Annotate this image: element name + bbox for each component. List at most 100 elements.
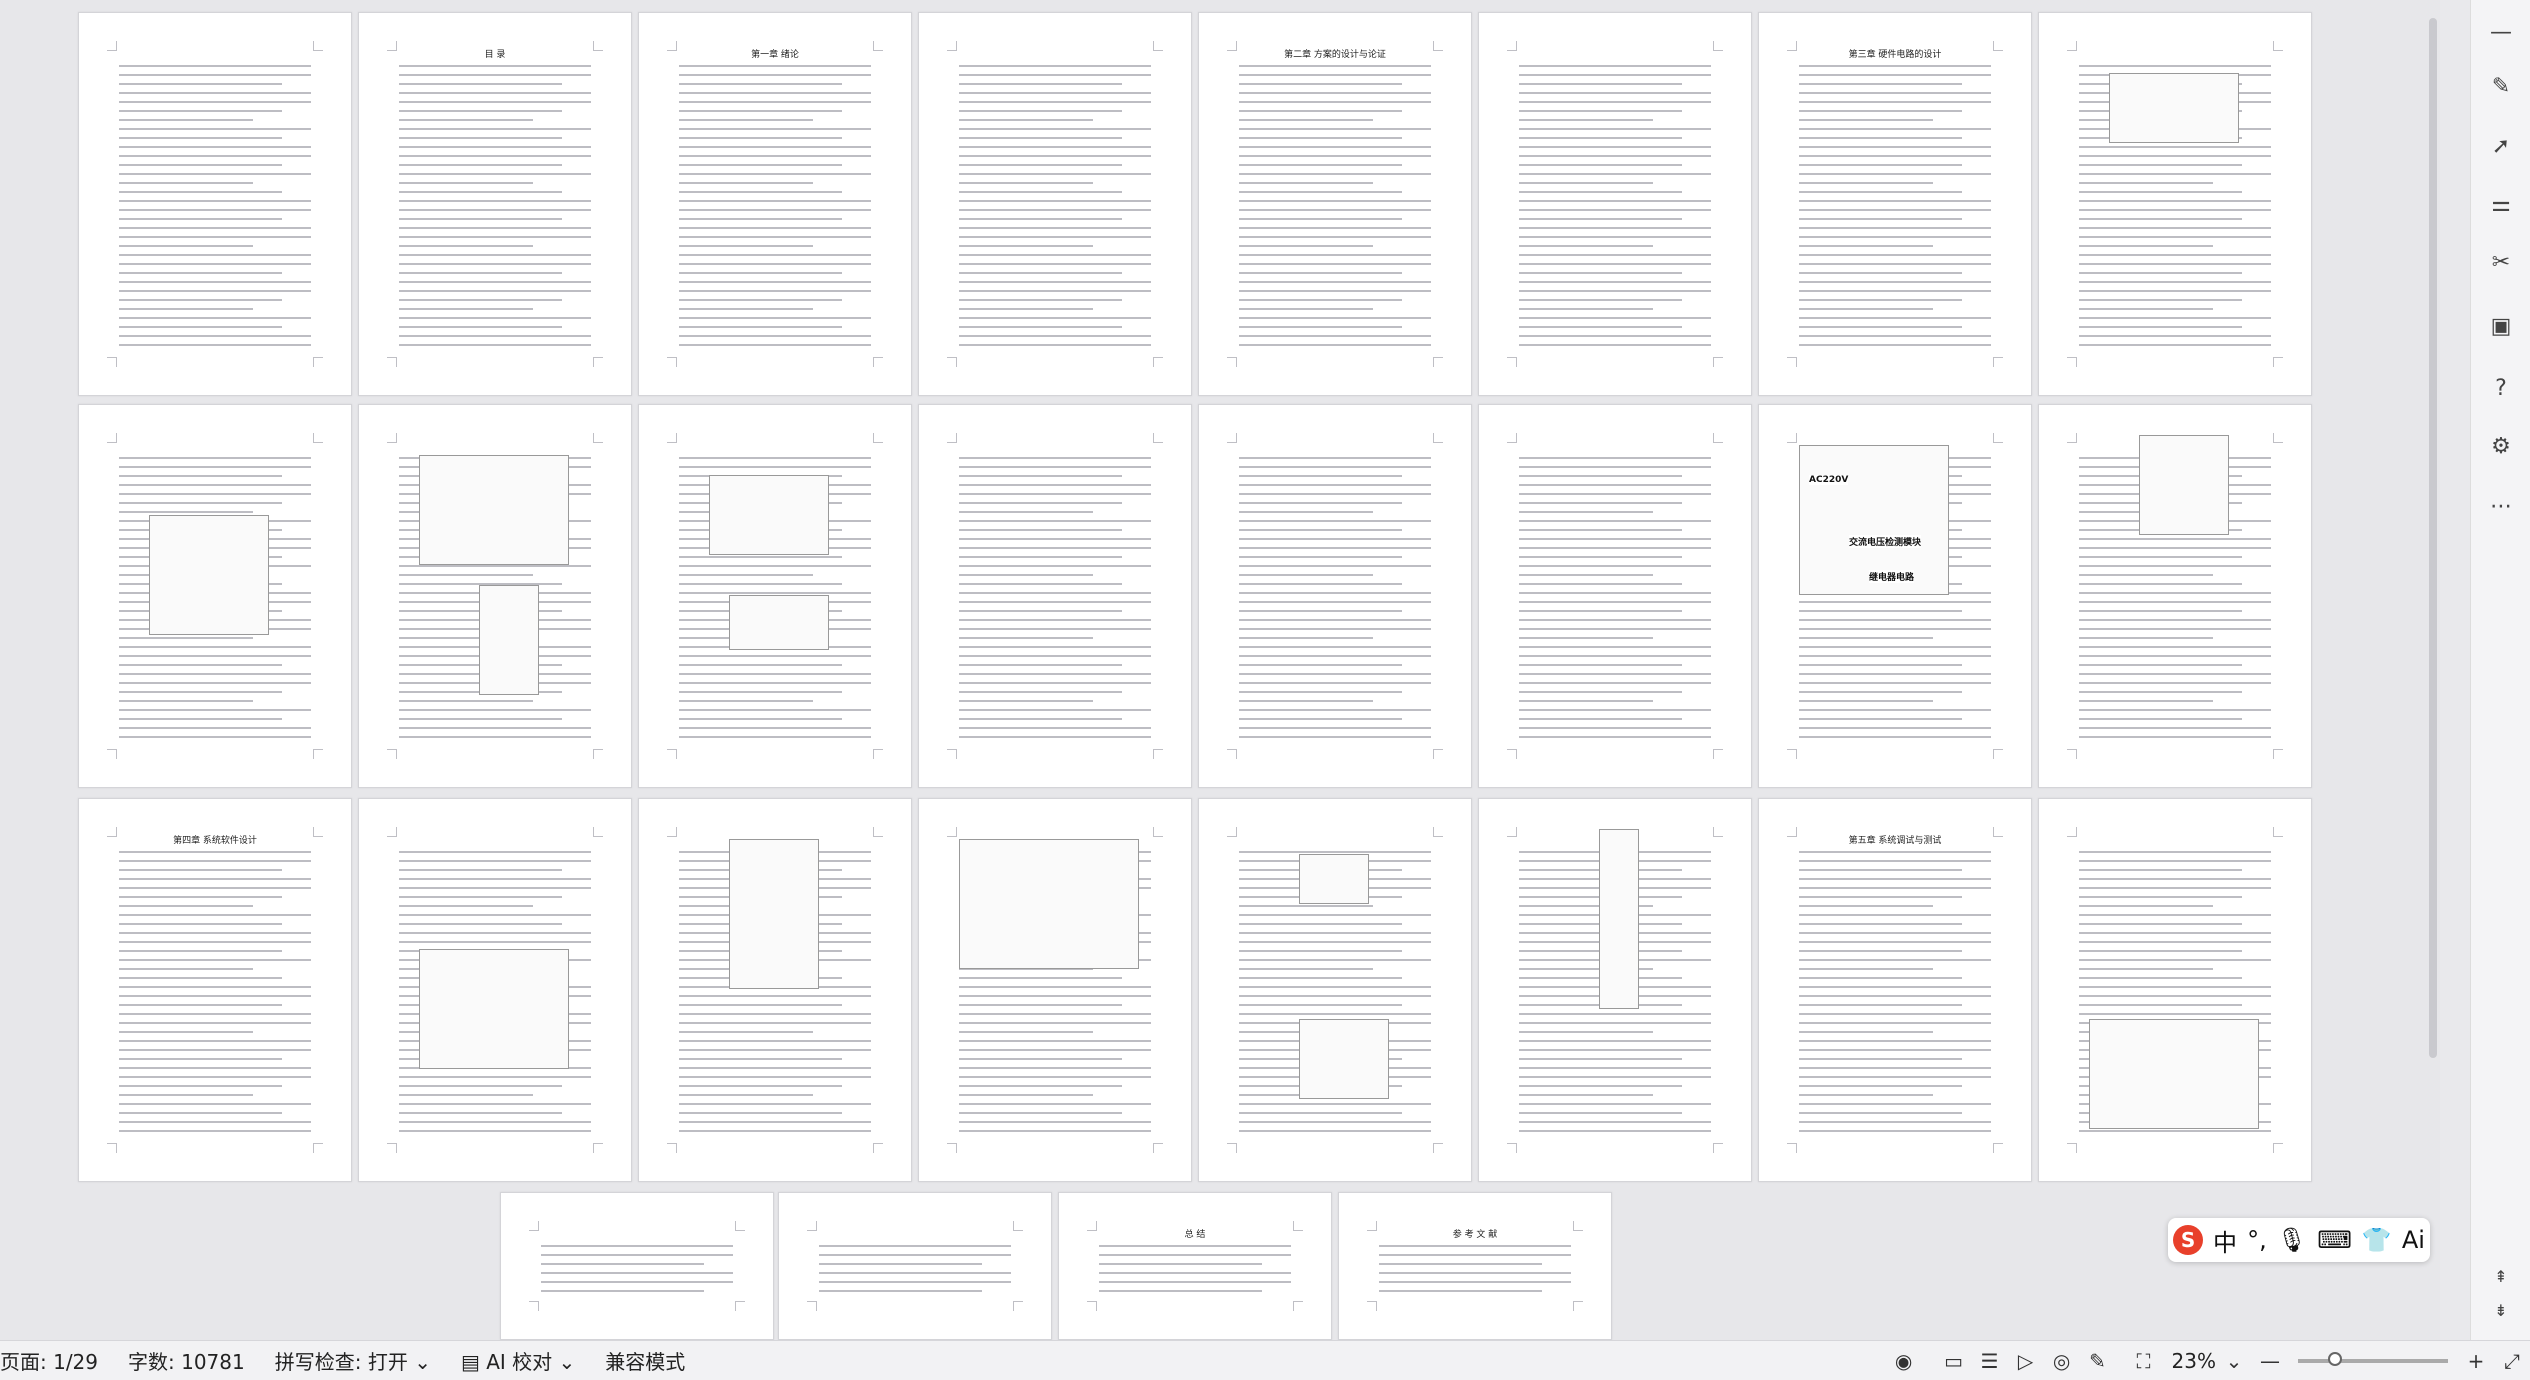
menu-icon[interactable]: — — [2485, 16, 2517, 48]
text-line — [119, 1085, 283, 1087]
chevron-down-icon[interactable]: ⌄ — [2216, 1341, 2252, 1380]
text-line — [679, 227, 871, 229]
pen-icon[interactable]: ✎ — [2485, 70, 2517, 102]
document-page[interactable]: 第二章 方案的设计与论证 — [1198, 12, 1472, 396]
share-icon[interactable]: ⚙ — [2485, 430, 2517, 462]
text-line — [2079, 700, 2214, 702]
text-line — [1799, 1058, 1963, 1060]
ime-skin-icon[interactable]: 👕 — [2362, 1226, 2392, 1254]
text-line — [1519, 1121, 1711, 1123]
zoom-slider-knob[interactable] — [2328, 1352, 2342, 1366]
ai-proof-button[interactable]: ▤ AI 校对 ⌄ — [461, 1346, 575, 1375]
document-page[interactable] — [2038, 798, 2312, 1182]
image-icon[interactable]: ▣ — [2485, 310, 2517, 342]
document-page[interactable] — [778, 1192, 1052, 1340]
text-line — [119, 905, 254, 907]
document-page[interactable] — [2038, 12, 2312, 396]
text-line — [1799, 1121, 1991, 1123]
document-page[interactable] — [358, 404, 632, 788]
document-page[interactable] — [358, 798, 632, 1182]
document-page[interactable]: 第四章 系统软件设计 — [78, 798, 352, 1182]
text-line — [959, 502, 1123, 504]
document-page[interactable] — [1478, 798, 1752, 1182]
word-count[interactable]: 字数: 10781 — [128, 1346, 245, 1375]
ime-ai-button[interactable]: Ai — [2402, 1226, 2425, 1254]
text-line — [119, 511, 254, 513]
adjust-icon[interactable]: ⚌ — [2485, 188, 2517, 220]
text-line — [399, 317, 591, 319]
ime-lang-toggle[interactable]: 中 — [2213, 1223, 2237, 1258]
play-icon[interactable]: ▷ — [2008, 1341, 2044, 1380]
text-line — [1799, 1004, 1963, 1006]
document-page[interactable] — [918, 404, 1192, 788]
document-page[interactable] — [1198, 798, 1472, 1182]
zoom-slider[interactable] — [2298, 1352, 2448, 1366]
scrollbar-thumb[interactable] — [2429, 18, 2437, 1058]
text-line — [399, 923, 563, 925]
outline-view-icon[interactable]: ☰ — [1972, 1341, 2008, 1380]
write-icon[interactable]: ✎ — [2080, 1341, 2116, 1380]
ime-punct-toggle[interactable]: °, — [2247, 1226, 2267, 1254]
zoom-level[interactable]: 23% — [2172, 1349, 2216, 1373]
text-line — [1799, 272, 1963, 274]
document-canvas[interactable]: ⋮⋮⋮⋮ 目 录第一章 绪论第二章 方案的设计与论证第三章 硬件电路的设计AC2… — [0, 0, 2440, 1340]
document-page[interactable] — [1478, 12, 1752, 396]
scroll-down-icon[interactable]: ⇟ — [2485, 1294, 2517, 1326]
document-page[interactable]: 总 结 — [1058, 1192, 1332, 1340]
text-line — [1799, 218, 1963, 220]
page-indicator[interactable]: 页面: 1/29 — [0, 1346, 98, 1375]
document-page[interactable] — [918, 12, 1192, 396]
document-page[interactable]: 第五章 系统调试与测试 — [1758, 798, 2032, 1182]
document-page[interactable]: 目 录 — [358, 12, 632, 396]
text-line — [1519, 1013, 1711, 1015]
more-icon[interactable]: ⋯ — [2485, 490, 2517, 522]
document-page[interactable]: 参 考 文 献 — [1338, 1192, 1612, 1340]
page-heading: 第三章 硬件电路的设计 — [1848, 50, 1942, 60]
ime-logo-icon[interactable]: S — [2173, 1225, 2204, 1255]
text-line — [119, 682, 311, 684]
document-page[interactable] — [638, 798, 912, 1182]
document-page[interactable] — [2038, 404, 2312, 788]
text-line — [1099, 1272, 1291, 1274]
document-page[interactable] — [500, 1192, 774, 1340]
spellcheck-toggle[interactable]: 拼写检查: 打开 ⌄ — [275, 1346, 431, 1375]
ime-mic-icon[interactable]: 🎙 — [2277, 1226, 2307, 1254]
eye-icon[interactable]: ◉ — [1886, 1341, 1922, 1380]
ime-keyboard-icon[interactable]: ⌨ — [2317, 1226, 2352, 1254]
scroll-up-icon[interactable]: ⇞ — [2485, 1260, 2517, 1292]
page-view-icon[interactable]: ▭ — [1936, 1341, 1972, 1380]
text-line — [1239, 92, 1431, 94]
document-page[interactable]: 第一章 绪论 — [638, 12, 912, 396]
text-line — [1519, 700, 1654, 702]
text-line — [399, 128, 591, 130]
text-line — [1239, 137, 1403, 139]
text-line — [1239, 592, 1431, 594]
fullscreen-icon[interactable]: ⤢ — [2494, 1341, 2530, 1380]
text-line — [119, 860, 311, 862]
document-page[interactable]: AC220V 交流电压检测模块 继电器电路 — [1758, 404, 2032, 788]
text-line — [2079, 592, 2271, 594]
document-page[interactable] — [1478, 404, 1752, 788]
web-view-icon[interactable]: ◎ — [2044, 1341, 2080, 1380]
help-icon[interactable]: ? — [2485, 372, 2517, 404]
tools-icon[interactable]: ✂ — [2485, 246, 2517, 278]
text-line — [1799, 736, 1991, 738]
document-page[interactable]: 第三章 硬件电路的设计 — [1758, 12, 2032, 396]
zoom-in-icon[interactable]: + — [2458, 1341, 2494, 1380]
text-line — [679, 592, 871, 594]
text-line — [959, 128, 1151, 130]
text-line — [399, 574, 534, 576]
zoom-out-icon[interactable]: — — [2252, 1341, 2288, 1380]
document-page[interactable] — [1198, 404, 1472, 788]
page-margin-mark — [1433, 749, 1443, 759]
chevron-down-icon: ⌄ — [558, 1350, 576, 1374]
document-page[interactable] — [638, 404, 912, 788]
fit-page-icon[interactable]: ⛶ — [2126, 1341, 2162, 1380]
cursor-icon[interactable]: ➚ — [2485, 130, 2517, 162]
document-page[interactable] — [918, 798, 1192, 1182]
text-line — [959, 709, 1151, 711]
text-line — [399, 299, 563, 301]
document-page[interactable] — [78, 404, 352, 788]
document-page[interactable] — [78, 12, 352, 396]
vertical-scrollbar[interactable] — [2426, 0, 2440, 1340]
